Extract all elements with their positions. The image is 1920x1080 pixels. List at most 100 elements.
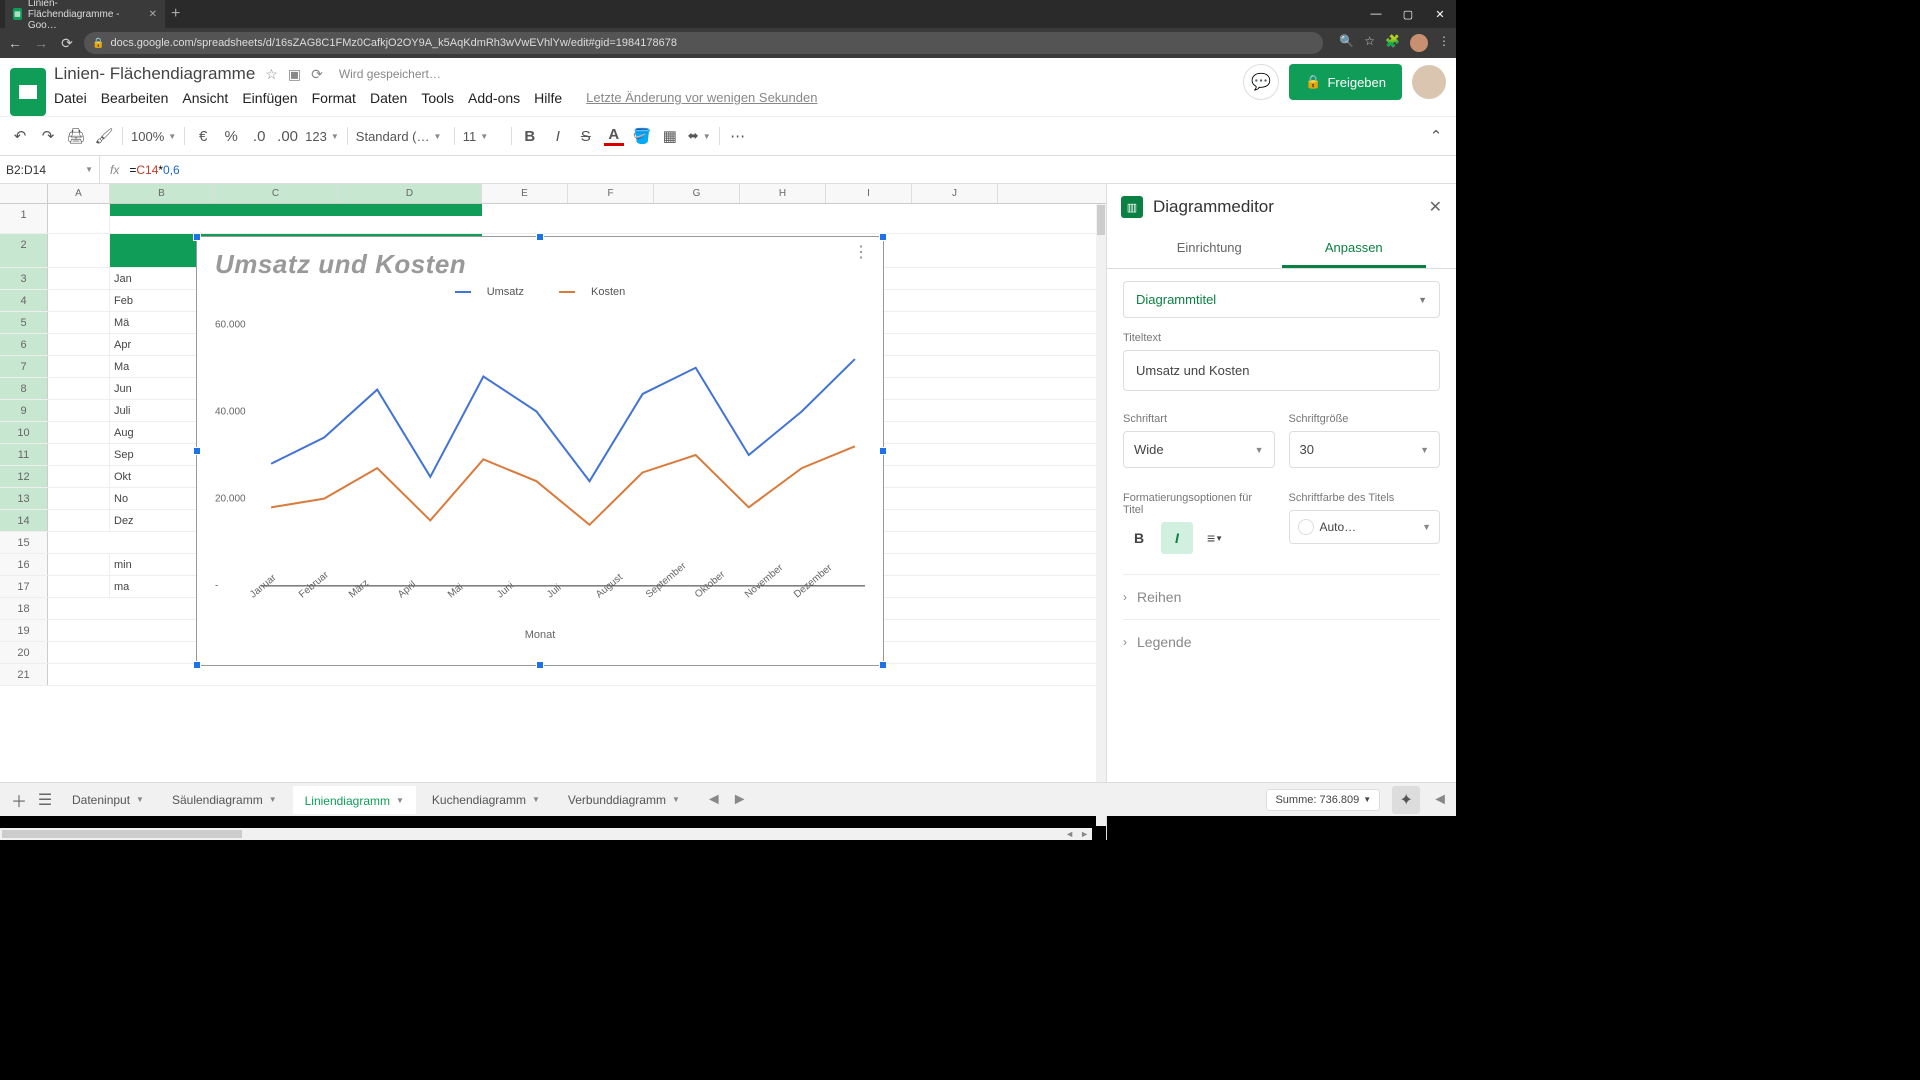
menu-file[interactable]: Datei (54, 90, 87, 106)
resize-handle[interactable] (193, 233, 201, 241)
fill-color-button[interactable]: 🪣 (632, 127, 652, 145)
menu-data[interactable]: Daten (370, 90, 407, 106)
add-sheet-button[interactable]: ＋ (8, 788, 30, 812)
row-header[interactable]: 9 (0, 400, 48, 421)
share-button[interactable]: 🔒 Freigeben (1289, 64, 1402, 100)
move-doc-icon[interactable]: ▣ (288, 66, 301, 83)
print-button[interactable]: 🖨 (66, 127, 86, 145)
decrease-decimal-button[interactable]: .0 (249, 128, 269, 145)
section-legend[interactable]: › Legende (1123, 619, 1440, 664)
menu-addons[interactable]: Add-ons (468, 90, 520, 106)
title-text-input[interactable] (1123, 350, 1440, 391)
reload-button[interactable]: ⟳ (58, 35, 76, 52)
resize-handle[interactable] (879, 661, 887, 669)
row-header[interactable]: 16 (0, 554, 48, 575)
back-button[interactable]: ← (6, 35, 24, 51)
row-header[interactable]: 4 (0, 290, 48, 311)
row-header[interactable]: 12 (0, 466, 48, 487)
italic-button[interactable]: I (548, 128, 568, 145)
vertical-scrollbar[interactable] (1096, 204, 1106, 826)
strikethrough-button[interactable]: S (576, 128, 596, 145)
col-header[interactable]: F (568, 184, 654, 203)
title-color-select[interactable]: Auto… ▼ (1289, 510, 1441, 544)
col-header[interactable]: J (912, 184, 998, 203)
side-panel-toggle[interactable]: ◄ (1432, 791, 1448, 809)
sheets-logo[interactable] (10, 68, 46, 116)
close-panel-button[interactable]: ✕ (1429, 197, 1442, 217)
url-box[interactable]: 🔒 (84, 32, 1323, 54)
sheet-tab-verbund[interactable]: Verbunddiagramm▼ (556, 787, 692, 813)
row-header[interactable]: 19 (0, 620, 48, 641)
borders-button[interactable]: ▦ (660, 127, 680, 145)
row-header[interactable]: 13 (0, 488, 48, 509)
row-header[interactable]: 2 (0, 234, 48, 267)
row-header[interactable]: 3 (0, 268, 48, 289)
menu-format[interactable]: Format (312, 90, 356, 106)
row-header[interactable]: 8 (0, 378, 48, 399)
merge-button[interactable]: ⬌▼ (688, 128, 711, 144)
tab-customize[interactable]: Anpassen (1282, 230, 1427, 268)
close-tab-icon[interactable]: ✕ (149, 9, 157, 20)
maximize-button[interactable]: ▢ (1392, 8, 1424, 21)
tab-scroll-right[interactable]: ► (732, 791, 748, 809)
menu-edit[interactable]: Bearbeiten (101, 90, 169, 106)
row-header[interactable]: 15 (0, 532, 48, 553)
name-box[interactable]: B2:D14▼ (0, 156, 100, 183)
zoom-icon[interactable]: 🔍 (1339, 34, 1354, 52)
font-family-select[interactable]: Wide▼ (1123, 431, 1275, 468)
formula-input[interactable]: =C14*0,6 (129, 163, 1456, 177)
row-header[interactable]: 21 (0, 664, 48, 685)
sheet-tab-saeulen[interactable]: Säulendiagramm▼ (160, 787, 289, 813)
profile-avatar-chrome[interactable] (1410, 34, 1428, 52)
star-icon[interactable]: ☆ (1364, 34, 1375, 52)
percent-button[interactable]: % (221, 128, 241, 145)
text-color-button[interactable]: A (604, 126, 624, 146)
currency-button[interactable]: € (193, 128, 213, 145)
embedded-chart[interactable]: ⋮ Umsatz und Kosten Umsatz Kosten 60.000… (196, 236, 884, 666)
minimize-button[interactable]: — (1360, 8, 1392, 21)
comments-button[interactable]: 💬 (1243, 64, 1279, 100)
bold-button[interactable]: B (520, 128, 540, 145)
title-italic-button[interactable]: I (1161, 522, 1193, 554)
col-header[interactable]: D (338, 184, 482, 203)
row-header[interactable]: 18 (0, 598, 48, 619)
sheet-tab-linien[interactable]: Liniendiagramm▼ (293, 786, 416, 814)
row-header[interactable]: 5 (0, 312, 48, 333)
row-header[interactable]: 1 (0, 204, 48, 233)
sheet-tab-kuchen[interactable]: Kuchendiagramm▼ (420, 787, 552, 813)
all-sheets-button[interactable]: ☰ (34, 790, 56, 810)
forward-button[interactable]: → (32, 35, 50, 51)
row-header[interactable]: 17 (0, 576, 48, 597)
new-tab-button[interactable]: + (171, 5, 180, 23)
account-avatar[interactable] (1412, 65, 1446, 99)
menu-help[interactable]: Hilfe (534, 90, 562, 106)
col-header[interactable]: B (110, 184, 214, 203)
row-header[interactable]: 10 (0, 422, 48, 443)
browser-tab[interactable]: ▦ Linien- Flächendiagramme - Goo… ✕ (5, 0, 165, 35)
font-family-dropdown[interactable]: Standard (…▼ (356, 129, 446, 144)
document-title[interactable]: Linien- Flächendiagramme (54, 64, 255, 84)
resize-handle[interactable] (536, 233, 544, 241)
col-header[interactable]: H (740, 184, 826, 203)
col-header[interactable]: I (826, 184, 912, 203)
font-size-dropdown[interactable]: 11▼ (463, 129, 503, 144)
row-header[interactable]: 6 (0, 334, 48, 355)
select-all-corner[interactable] (0, 184, 48, 203)
redo-button[interactable]: ↷ (38, 127, 58, 145)
horizontal-scrollbar[interactable]: ◄► (0, 828, 1092, 840)
tab-scroll-left[interactable]: ◄ (706, 791, 722, 809)
row-header[interactable]: 7 (0, 356, 48, 377)
chart-title[interactable]: Umsatz und Kosten (197, 237, 883, 282)
sheet-tab-dateninput[interactable]: Dateninput▼ (60, 787, 156, 813)
last-change-link[interactable]: Letzte Änderung vor wenigen Sekunden (586, 90, 817, 106)
collapse-toolbar-button[interactable]: ⌃ (1426, 127, 1446, 145)
chart-menu-button[interactable]: ⋮ (853, 251, 869, 255)
title-bold-button[interactable]: B (1123, 522, 1155, 554)
col-header[interactable]: E (482, 184, 568, 203)
section-series[interactable]: › Reihen (1123, 574, 1440, 619)
resize-handle[interactable] (193, 447, 201, 455)
col-header[interactable]: A (48, 184, 110, 203)
close-window-button[interactable]: ✕ (1424, 8, 1456, 21)
url-input[interactable] (110, 37, 1315, 49)
browser-menu-icon[interactable]: ⋮ (1438, 34, 1450, 52)
